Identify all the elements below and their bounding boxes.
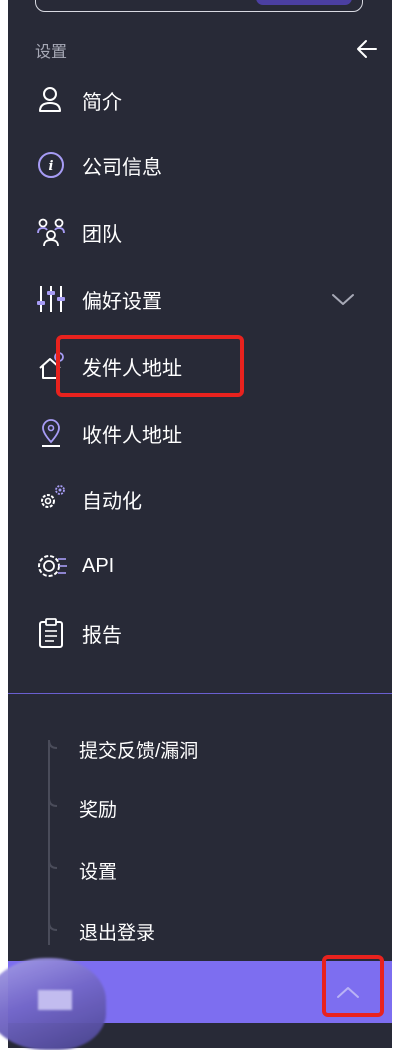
nav-item-label: 收件人地址 (82, 424, 182, 447)
divider (8, 693, 392, 694)
nav-item-label: 团队 (82, 223, 122, 246)
info-icon: i (38, 152, 64, 178)
annotation-highlight-sender (56, 335, 244, 397)
nav-item-reports[interactable]: 报告 (8, 608, 392, 658)
api-gear-icon (38, 555, 67, 577)
nav-item-preferences[interactable]: 偏好设置 (8, 274, 392, 324)
nav-item-label: 自动化 (82, 490, 142, 513)
link-settings[interactable]: 设置 (79, 857, 117, 884)
team-icon (37, 218, 65, 247)
nav-item-profile[interactable]: 简介 (8, 75, 392, 125)
person-icon (39, 87, 61, 112)
top-action-button[interactable] (256, 0, 352, 5)
nav-item-label: 偏好设置 (82, 290, 162, 313)
nav-item-label: API (82, 554, 115, 577)
arrow-left-icon[interactable] (354, 36, 380, 62)
nav-item-label: 公司信息 (82, 156, 162, 179)
nav-item-company-info[interactable]: i 公司信息 (8, 140, 392, 190)
avatar-mosaic (38, 990, 72, 1010)
nav-item-label: 简介 (82, 91, 122, 114)
nav-item-automation[interactable]: 自动化 (8, 474, 392, 524)
sidebar: 设置 简介 i 公司信息 团队 偏好设置 发件人地址 收件人地址 自动化 API… (8, 0, 392, 1048)
nav-item-team[interactable]: 团队 (8, 207, 392, 257)
chevron-down-icon[interactable] (330, 289, 356, 309)
sliders-icon (37, 286, 65, 312)
link-rewards[interactable]: 奖励 (79, 795, 117, 822)
svg-text:i: i (49, 159, 54, 174)
link-logout[interactable]: 退出登录 (79, 918, 155, 945)
section-label: 设置 (35, 44, 68, 61)
link-submit-feedback[interactable]: 提交反馈/漏洞 (79, 736, 198, 763)
nav-item-label: 报告 (82, 624, 122, 647)
clipboard-icon (39, 618, 63, 648)
nav-item-recipient-address[interactable]: 收件人地址 (8, 408, 392, 458)
tree-connector (48, 740, 58, 945)
nav-item-api[interactable]: API (8, 541, 392, 591)
location-pin-icon (42, 419, 60, 447)
gears-icon (41, 485, 65, 508)
annotation-highlight-scroll (322, 955, 384, 1017)
avatar[interactable] (0, 958, 106, 1050)
top-search-field[interactable] (35, 0, 363, 12)
